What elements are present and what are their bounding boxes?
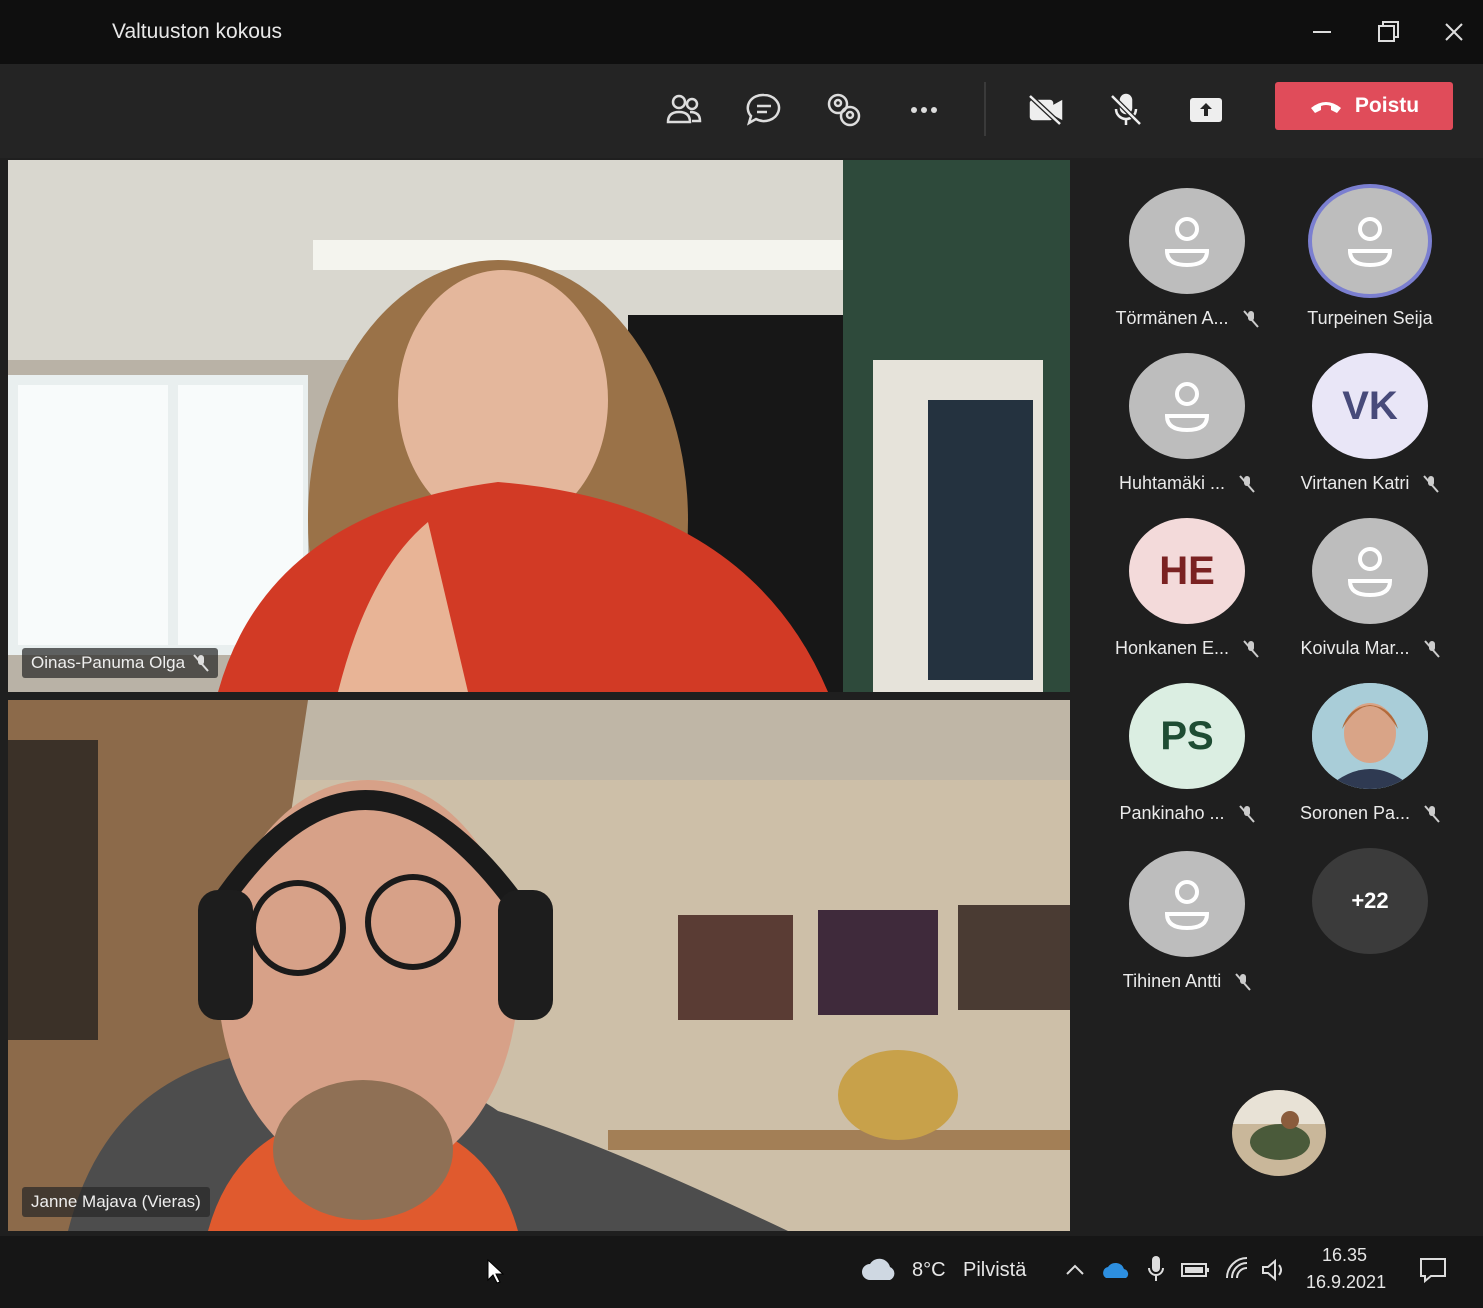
chat-icon [746, 93, 781, 126]
participant-video-frame [8, 700, 1070, 1231]
video-tile[interactable]: Janne Majava (Vieras) [8, 700, 1070, 1231]
title-bar: Valtuuston kokous [0, 0, 1483, 64]
weather-description[interactable]: Pilvistä [963, 1259, 1026, 1282]
maximize-button[interactable] [1368, 14, 1408, 50]
participant-name-row: Tihinen Antti [1087, 971, 1287, 992]
avatar [1129, 353, 1245, 459]
participant-tile[interactable]: VK Virtanen Katri [1270, 325, 1470, 493]
meeting-toolbar: Poistu [0, 64, 1483, 158]
chat-button[interactable] [740, 86, 788, 134]
participants-button[interactable] [660, 86, 708, 134]
participant-tile[interactable]: Huhtamäki ... [1087, 325, 1287, 493]
chevron-up-icon[interactable] [1064, 1260, 1086, 1280]
camera-toggle-button[interactable] [1022, 86, 1070, 134]
toolbar-divider [984, 82, 986, 136]
more-icon [911, 107, 937, 113]
participant-name: Tihinen Antti [1122, 971, 1222, 991]
more-participants-count[interactable]: +22 [1312, 848, 1428, 954]
muted-mic-icon [1238, 804, 1255, 823]
avatar-initials: PS [1129, 683, 1245, 789]
onedrive-icon[interactable] [1100, 1260, 1132, 1280]
cloud-icon[interactable] [860, 1256, 900, 1284]
avatar [1312, 518, 1428, 624]
participant-tile[interactable]: Törmänen A... [1087, 160, 1287, 328]
hangup-icon [1310, 102, 1341, 113]
leave-label: Poistu [1354, 94, 1420, 117]
avatar-speaking [1312, 188, 1428, 294]
participant-video-frame [8, 160, 1070, 692]
muted-mic-icon [193, 654, 209, 672]
volume-icon[interactable] [1260, 1258, 1288, 1282]
person-icon [1347, 547, 1393, 598]
more-actions-button[interactable] [900, 86, 948, 134]
person-icon [1164, 880, 1210, 931]
participant-tile[interactable]: HE Honkanen E... [1087, 490, 1287, 658]
avatar-photo [1312, 683, 1428, 789]
participant-gallery: Törmänen A... Turpeinen Seija Huhtamäki … [1072, 160, 1483, 1231]
person-icon [1164, 217, 1210, 268]
wifi-icon[interactable] [1224, 1256, 1250, 1282]
self-view-avatar[interactable] [1232, 1090, 1326, 1176]
mouse-cursor-icon [487, 1258, 505, 1284]
window-title: Valtuuston kokous [112, 20, 283, 43]
mic-toggle-button[interactable] [1102, 86, 1150, 134]
video-participant-name: Janne Majava (Vieras) [31, 1192, 201, 1211]
restore-icon [1378, 21, 1399, 42]
participant-tile[interactable]: Tihinen Antti [1087, 823, 1287, 991]
close-button[interactable] [1434, 14, 1474, 50]
avatar-initials: HE [1129, 518, 1245, 624]
video-name-label: Oinas-Panuma Olga [22, 648, 219, 678]
person-icon [1164, 382, 1210, 433]
self-photo [1232, 1090, 1326, 1176]
battery-icon[interactable] [1180, 1260, 1210, 1280]
person-icon [1347, 217, 1393, 268]
microphone-icon[interactable] [1146, 1254, 1166, 1284]
participant-name-row: Pankinaho ... [1087, 803, 1287, 824]
video-name-label: Janne Majava (Vieras) [22, 1187, 210, 1217]
minimize-button[interactable] [1302, 14, 1342, 50]
video-participant-name: Oinas-Panuma Olga [31, 653, 186, 672]
participant-tile[interactable]: Soronen Pa... [1270, 655, 1470, 823]
taskbar: 8°C Pilvistä 16.35 16.9.2021 [0, 1236, 1483, 1308]
participant-tile[interactable]: PS Pankinaho ... [1087, 655, 1287, 823]
camera-off-icon [1028, 94, 1063, 126]
notifications-icon[interactable] [1418, 1256, 1448, 1284]
weather-temperature[interactable]: 8°C [912, 1259, 946, 1282]
avatar-initials: VK [1312, 353, 1428, 459]
mic-off-icon [1110, 93, 1142, 126]
video-tile[interactable]: Oinas-Panuma Olga [8, 160, 1070, 692]
participant-tile[interactable]: Koivula Mar... [1270, 490, 1470, 658]
leave-button[interactable]: Poistu [1275, 82, 1453, 130]
breakout-rooms-button[interactable] [820, 86, 868, 134]
muted-mic-icon [1235, 972, 1251, 991]
close-icon [1445, 23, 1463, 41]
clock-time[interactable]: 16.35 [1322, 1245, 1367, 1266]
profile-photo [1312, 683, 1428, 789]
participant-name: Pankinaho ... [1119, 803, 1225, 823]
share-icon [1190, 98, 1222, 122]
avatar [1129, 188, 1245, 294]
participant-tile[interactable]: Turpeinen Seija [1270, 160, 1470, 328]
share-screen-button[interactable] [1182, 86, 1230, 134]
clock-date[interactable]: 16.9.2021 [1306, 1272, 1386, 1293]
breakout-icon [827, 93, 861, 127]
people-icon [666, 94, 702, 124]
more-participants-tile[interactable]: +22 [1270, 820, 1470, 980]
minimize-icon [1313, 31, 1331, 33]
avatar [1129, 851, 1245, 957]
